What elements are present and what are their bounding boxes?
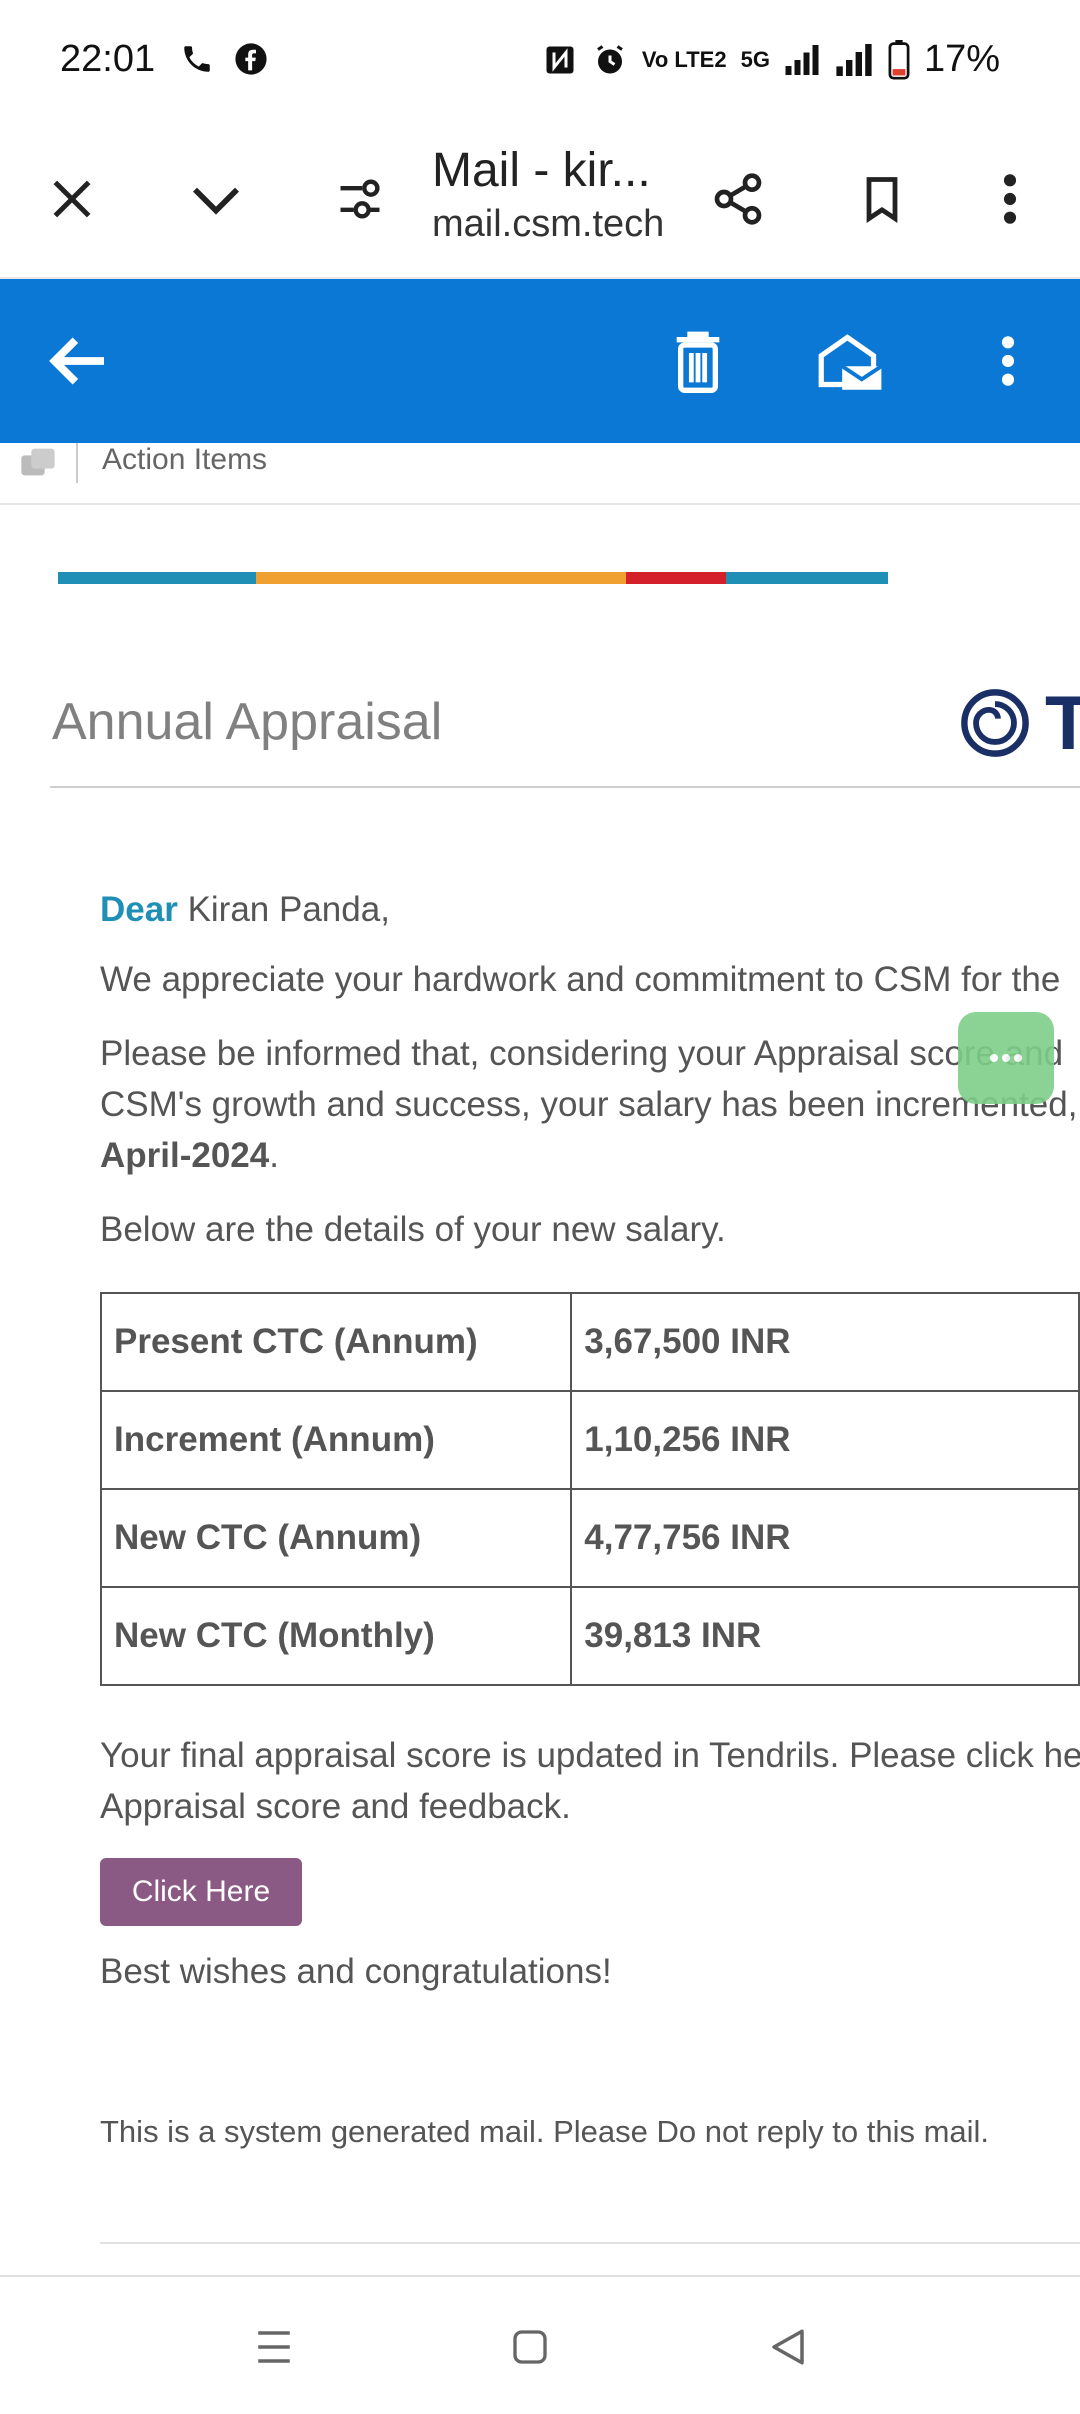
envelope-open-icon[interactable] bbox=[810, 321, 890, 401]
table-row: Present CTC (Annum) 3,67,500 INR bbox=[99, 1292, 1080, 1392]
battery-icon bbox=[888, 39, 910, 80]
more-vert-icon[interactable] bbox=[974, 163, 1046, 235]
page-url[interactable]: mail.csm.tech bbox=[432, 203, 664, 246]
table-cell-label: New CTC (Monthly) bbox=[99, 1586, 573, 1686]
chevron-down-icon[interactable] bbox=[180, 163, 252, 235]
browser-bar: Mail - kir... mail.csm.tech bbox=[0, 125, 1080, 279]
header-color-bar bbox=[58, 572, 888, 584]
tag-icon bbox=[21, 448, 55, 476]
network-5g-label: 5G bbox=[740, 46, 770, 72]
category-row: Action Items bbox=[0, 443, 1080, 505]
paragraph-4-line-1: Your final appraisal score is updated in… bbox=[100, 1736, 1080, 1775]
greeting-line: Dear Kiran Panda, bbox=[100, 890, 390, 930]
table-row: New CTC (Annum) 4,77,756 INR bbox=[99, 1488, 1080, 1588]
table-cell-value: 1,10,256 INR bbox=[570, 1390, 1080, 1490]
color-bar-segment-4 bbox=[726, 572, 888, 584]
more-vert-icon[interactable] bbox=[968, 321, 1048, 401]
category-label: Action Items bbox=[102, 443, 268, 476]
mail-toolbar bbox=[0, 279, 1080, 443]
table-cell-value: 4,77,756 INR bbox=[570, 1488, 1080, 1588]
paragraph-2-end: . bbox=[269, 1136, 279, 1175]
table-cell-label: Present CTC (Annum) bbox=[99, 1292, 573, 1392]
paragraph-1: We appreciate your hardwork and commitme… bbox=[100, 960, 1061, 999]
close-icon[interactable] bbox=[36, 163, 108, 235]
back-triangle-icon[interactable] bbox=[758, 2317, 818, 2377]
table-row: New CTC (Monthly) 39,813 INR bbox=[99, 1586, 1080, 1686]
signal-icon bbox=[836, 43, 872, 76]
system-nav-bar bbox=[0, 2275, 1080, 2414]
effective-date: April-2024 bbox=[100, 1136, 270, 1175]
recipient-name: Kiran Panda, bbox=[187, 890, 390, 929]
paragraph-2-line-2: CSM's growth and success, your salary ha… bbox=[100, 1085, 1078, 1124]
chat-dots-icon bbox=[990, 1054, 1022, 1062]
greeting: Dear bbox=[100, 890, 178, 929]
battery-percent: 17% bbox=[923, 38, 1000, 80]
paragraph-2-line-3: April-2024. bbox=[100, 1136, 279, 1176]
table-cell-value: 39,813 INR bbox=[570, 1586, 1080, 1686]
footer-divider bbox=[100, 2242, 1080, 2244]
status-time: 22:01 bbox=[60, 38, 156, 80]
trash-icon[interactable] bbox=[658, 321, 738, 401]
company-logo-letter: T bbox=[1045, 681, 1080, 766]
status-right-icons: Vo LTE2 5G 17% bbox=[542, 38, 1000, 81]
table-cell-label: Increment (Annum) bbox=[99, 1390, 573, 1490]
status-bar: 22:01 Vo LTE2 5G 17% bbox=[0, 0, 1080, 125]
company-logo-icon bbox=[961, 689, 1029, 757]
arrow-back-icon[interactable] bbox=[38, 321, 118, 401]
color-bar-segment-2 bbox=[256, 572, 626, 584]
paragraph-4-line-2: Appraisal score and feedback. bbox=[100, 1787, 571, 1826]
paragraph-2-line-1: Please be informed that, considering you… bbox=[100, 1034, 1064, 1073]
email-title: Annual Appraisal bbox=[52, 693, 443, 751]
alarm-icon bbox=[596, 44, 623, 73]
page-title: Mail - kir... bbox=[432, 144, 651, 197]
home-icon[interactable] bbox=[500, 2317, 560, 2377]
system-mail-note: This is a system generated mail. Please … bbox=[100, 2114, 990, 2149]
floating-chat-button[interactable] bbox=[958, 1012, 1054, 1104]
recents-icon[interactable] bbox=[244, 2317, 304, 2377]
signal-5g-icon bbox=[785, 44, 819, 75]
volte-icon: Vo LTE2 bbox=[641, 46, 727, 72]
paragraph-3: Below are the details of your new salary… bbox=[100, 1210, 726, 1249]
closing-line: Best wishes and congratulations! bbox=[100, 1952, 612, 1991]
facebook-icon bbox=[235, 43, 267, 75]
tune-icon[interactable] bbox=[324, 163, 396, 235]
bookmark-icon[interactable] bbox=[846, 163, 918, 235]
color-bar-segment-1 bbox=[58, 572, 256, 584]
title-divider bbox=[50, 786, 1080, 788]
phone-icon bbox=[184, 46, 210, 72]
tag-divider bbox=[76, 443, 78, 483]
color-bar-segment-3 bbox=[626, 572, 726, 584]
salary-table: Present CTC (Annum) 3,67,500 INR Increme… bbox=[99, 1292, 1080, 1686]
table-cell-label: New CTC (Annum) bbox=[99, 1488, 573, 1588]
click-here-button[interactable]: Click Here bbox=[100, 1858, 302, 1926]
status-left-icons bbox=[180, 42, 268, 76]
share-icon[interactable] bbox=[702, 163, 774, 235]
table-row: Increment (Annum) 1,10,256 INR bbox=[99, 1390, 1080, 1490]
table-cell-value: 3,67,500 INR bbox=[570, 1292, 1080, 1392]
nfc-icon bbox=[546, 46, 574, 73]
